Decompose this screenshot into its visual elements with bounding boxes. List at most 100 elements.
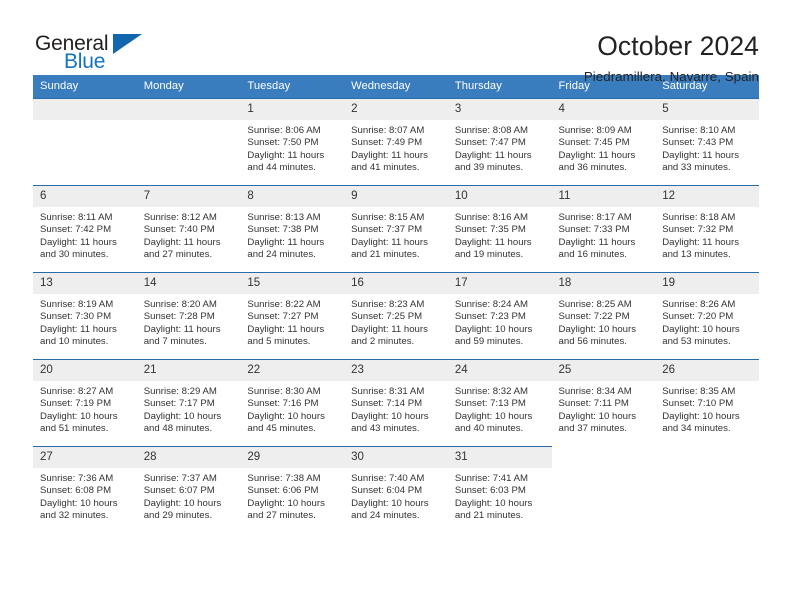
day-number: 5 <box>655 99 759 120</box>
daylight-text: and 44 minutes. <box>247 162 316 174</box>
daylight-text: and 24 minutes. <box>247 249 316 261</box>
day-sun-info: Sunrise: 8:30 AM Sunset: 7:16 PM Daylight:… <box>240 381 344 436</box>
calendar-day-cell[interactable]: 23 Sunrise: 8:31 AM Sunset: 7:14 PM Dayligh… <box>344 359 448 447</box>
calendar-day-cell[interactable]: 1 Sunrise: 8:06 AM Sunset: 7:50 PM Daylight… <box>240 98 345 186</box>
day-number: 27 <box>33 447 137 468</box>
daylight-text: Daylight: 10 hours <box>247 497 325 509</box>
calendar-day-cell[interactable]: 6 Sunrise: 8:11 AM Sunset: 7:42 PM Daylight… <box>33 185 137 273</box>
day-number: 10 <box>447 186 552 207</box>
weekday-header-monday: Monday <box>136 75 241 99</box>
sunset-text: Sunset: 6:04 PM <box>351 485 423 497</box>
daylight-text: and 2 minutes. <box>351 336 415 348</box>
calendar-day-cell[interactable]: 31 Sunrise: 7:41 AM Sunset: 6:03 PM Dayligh… <box>447 446 552 534</box>
day-number: 13 <box>33 273 137 294</box>
day-number: 18 <box>551 273 656 294</box>
calendar-day-cell[interactable]: 19 Sunrise: 8:26 AM Sunset: 7:20 PM Dayligh… <box>655 272 759 360</box>
calendar-day-cell[interactable]: 17 Sunrise: 8:24 AM Sunset: 7:23 PM Dayligh… <box>447 272 552 360</box>
day-sun-info: Sunrise: 8:25 AM Sunset: 7:22 PM Daylight:… <box>552 294 656 349</box>
calendar-day-cell[interactable]: 18 Sunrise: 8:25 AM Sunset: 7:22 PM Dayligh… <box>551 272 656 360</box>
calendar-week-row: 6 Sunrise: 8:11 AM Sunset: 7:42 PM Daylight… <box>33 185 759 273</box>
calendar-day-cell[interactable]: 25 Sunrise: 8:34 AM Sunset: 7:11 PM Dayligh… <box>551 359 656 447</box>
day-number: 7 <box>136 186 241 207</box>
sunset-text: Sunset: 7:32 PM <box>662 224 734 236</box>
sunset-text: Sunset: 7:28 PM <box>143 311 215 323</box>
daylight-text: and 53 minutes. <box>662 336 731 348</box>
day-sun-info: Sunrise: 7:37 AM Sunset: 6:07 PM Daylight:… <box>137 468 241 523</box>
daylight-text: and 41 minutes. <box>351 162 420 174</box>
calendar-day-cell[interactable]: 28 Sunrise: 7:37 AM Sunset: 6:07 PM Dayligh… <box>136 446 241 534</box>
logo-text-blue: Blue <box>64 50 106 73</box>
weekday-header-thursday: Thursday <box>447 75 552 99</box>
calendar-day-cell[interactable]: 22 Sunrise: 8:30 AM Sunset: 7:16 PM Dayligh… <box>240 359 345 447</box>
calendar-day-cell[interactable]: 8 Sunrise: 8:13 AM Sunset: 7:38 PM Daylight… <box>240 185 345 273</box>
calendar-day-cell[interactable]: 15 Sunrise: 8:22 AM Sunset: 7:27 PM Dayligh… <box>240 272 345 360</box>
sunset-text: Sunset: 7:38 PM <box>247 224 319 236</box>
calendar-day-cell[interactable]: 3 Sunrise: 8:08 AM Sunset: 7:47 PM Daylight… <box>447 98 552 186</box>
sunrise-text: Sunrise: 8:17 AM <box>558 212 632 223</box>
day-sun-info: Sunrise: 8:29 AM Sunset: 7:17 PM Daylight:… <box>137 381 241 436</box>
day-sun-info: Sunrise: 8:15 AM Sunset: 7:37 PM Daylight:… <box>344 207 448 262</box>
day-number: 14 <box>136 273 241 294</box>
day-sun-info: Sunrise: 8:09 AM Sunset: 7:45 PM Daylight:… <box>552 120 656 175</box>
daylight-text: Daylight: 10 hours <box>454 410 533 422</box>
day-number: 16 <box>344 273 448 294</box>
sunrise-text: Sunrise: 8:08 AM <box>454 125 529 136</box>
sunset-text: Sunset: 7:20 PM <box>662 311 734 323</box>
sunrise-text: Sunrise: 8:31 AM <box>351 386 425 397</box>
calendar-day-cell[interactable]: 11 Sunrise: 8:17 AM Sunset: 7:33 PM Dayligh… <box>551 185 656 273</box>
sunset-text: Sunset: 7:10 PM <box>662 398 734 410</box>
day-sun-info: Sunrise: 8:07 AM Sunset: 7:49 PM Daylight:… <box>344 120 448 175</box>
daylight-text: Daylight: 11 hours <box>40 323 117 335</box>
day-sun-info: Sunrise: 8:12 AM Sunset: 7:40 PM Daylight:… <box>137 207 241 262</box>
daylight-text: and 43 minutes. <box>351 423 420 435</box>
day-sun-info: Sunrise: 8:10 AM Sunset: 7:43 PM Daylight:… <box>655 120 759 175</box>
day-sun-info: Sunrise: 8:22 AM Sunset: 7:27 PM Daylight:… <box>240 294 344 349</box>
day-number <box>655 447 759 468</box>
sunrise-text: Sunrise: 8:23 AM <box>351 299 425 310</box>
daylight-text: and 19 minutes. <box>454 249 524 261</box>
calendar-cell-empty <box>655 446 759 534</box>
daylight-text: Daylight: 10 hours <box>454 323 533 335</box>
daylight-text: and 56 minutes. <box>558 336 627 348</box>
daylight-text: Daylight: 10 hours <box>143 410 222 422</box>
calendar-day-cell[interactable]: 20 Sunrise: 8:27 AM Sunset: 7:19 PM Dayligh… <box>33 359 137 447</box>
calendar-day-cell[interactable]: 24 Sunrise: 8:32 AM Sunset: 7:13 PM Dayligh… <box>447 359 552 447</box>
sunrise-text: Sunrise: 8:07 AM <box>351 125 425 136</box>
sunrise-text: Sunrise: 8:26 AM <box>662 299 736 310</box>
daylight-text: and 32 minutes. <box>40 510 109 522</box>
daylight-text: Daylight: 10 hours <box>558 410 637 422</box>
calendar-day-cell[interactable]: 16 Sunrise: 8:23 AM Sunset: 7:25 PM Dayligh… <box>344 272 448 360</box>
calendar-day-cell[interactable]: 26 Sunrise: 8:35 AM Sunset: 7:10 PM Dayligh… <box>655 359 759 447</box>
daylight-text: Daylight: 11 hours <box>351 323 428 335</box>
general-blue-logo[interactable]: General Blue <box>35 28 157 76</box>
sunrise-text: Sunrise: 8:22 AM <box>247 299 321 310</box>
calendar-day-cell[interactable]: 13 Sunrise: 8:19 AM Sunset: 7:30 PM Dayligh… <box>33 272 137 360</box>
daylight-text: Daylight: 11 hours <box>454 149 532 161</box>
daylight-text: and 30 minutes. <box>40 249 109 261</box>
calendar-day-cell[interactable]: 5 Sunrise: 8:10 AM Sunset: 7:43 PM Daylight… <box>655 98 759 186</box>
calendar-day-cell[interactable]: 10 Sunrise: 8:16 AM Sunset: 7:35 PM Dayligh… <box>447 185 552 273</box>
calendar-day-cell[interactable]: 27 Sunrise: 7:36 AM Sunset: 6:08 PM Dayligh… <box>33 446 137 534</box>
daylight-text: and 36 minutes. <box>558 162 627 174</box>
day-sun-info: Sunrise: 8:35 AM Sunset: 7:10 PM Daylight:… <box>655 381 759 436</box>
calendar-day-cell[interactable]: 7 Sunrise: 8:12 AM Sunset: 7:40 PM Daylight… <box>136 185 241 273</box>
calendar-day-cell[interactable]: 29 Sunrise: 7:38 AM Sunset: 6:06 PM Dayligh… <box>240 446 345 534</box>
sunrise-text: Sunrise: 8:29 AM <box>143 386 217 397</box>
day-number: 1 <box>240 99 345 120</box>
sunrise-text: Sunrise: 8:09 AM <box>558 125 632 136</box>
calendar-day-cell[interactable]: 2 Sunrise: 8:07 AM Sunset: 7:49 PM Daylight… <box>344 98 448 186</box>
calendar-day-cell[interactable]: 9 Sunrise: 8:15 AM Sunset: 7:37 PM Daylight… <box>344 185 448 273</box>
sunrise-text: Sunrise: 8:10 AM <box>662 125 736 136</box>
sunset-text: Sunset: 7:19 PM <box>40 398 112 410</box>
sunrise-text: Sunrise: 8:20 AM <box>143 299 217 310</box>
calendar-day-cell[interactable]: 4 Sunrise: 8:09 AM Sunset: 7:45 PM Daylight… <box>551 98 656 186</box>
sunset-text: Sunset: 7:16 PM <box>247 398 319 410</box>
calendar-day-cell[interactable]: 12 Sunrise: 8:18 AM Sunset: 7:32 PM Dayligh… <box>655 185 759 273</box>
calendar-day-cell[interactable]: 30 Sunrise: 7:40 AM Sunset: 6:04 PM Dayligh… <box>344 446 448 534</box>
sunrise-text: Sunrise: 8:35 AM <box>662 386 736 397</box>
calendar-day-cell[interactable]: 14 Sunrise: 8:20 AM Sunset: 7:28 PM Dayligh… <box>136 272 241 360</box>
calendar-day-cell[interactable]: 21 Sunrise: 8:29 AM Sunset: 7:17 PM Dayligh… <box>136 359 241 447</box>
daylight-text: and 16 minutes. <box>558 249 627 261</box>
daylight-text: Daylight: 10 hours <box>662 410 740 422</box>
day-sun-info: Sunrise: 8:19 AM Sunset: 7:30 PM Daylight:… <box>33 294 137 349</box>
